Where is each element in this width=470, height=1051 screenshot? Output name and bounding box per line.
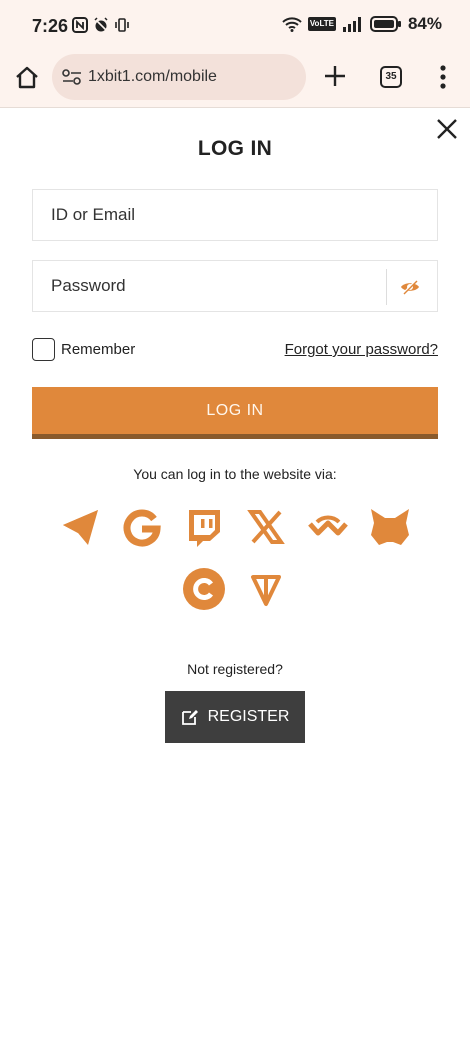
remember-label[interactable]: Remember: [61, 341, 135, 358]
forgot-password-link[interactable]: Forgot your password?: [285, 341, 438, 358]
google-icon[interactable]: [120, 505, 164, 549]
nfc-icon: [72, 17, 88, 33]
url-text[interactable]: 1xbit1.com/mobile: [88, 68, 217, 86]
social-login-prompt: You can log in to the website via:: [133, 466, 337, 482]
telegram-icon[interactable]: [58, 505, 102, 549]
alarm-off-icon: [94, 17, 108, 32]
site-settings-icon[interactable]: [62, 68, 82, 86]
register-label: REGISTER: [207, 708, 290, 725]
x-icon[interactable]: [244, 505, 288, 549]
id-email-field-wrapper: [32, 189, 438, 241]
password-divider: [386, 269, 387, 305]
remember-checkbox[interactable]: [32, 338, 55, 361]
not-registered-text: Not registered?: [187, 661, 283, 677]
more-menu-icon[interactable]: [434, 64, 452, 90]
address-bar[interactable]: 1xbit1.com/mobile: [52, 54, 306, 100]
id-email-input[interactable]: [33, 190, 437, 240]
status-bar: 7:26 VoLTE 84%: [0, 0, 470, 52]
battery-icon: [369, 16, 401, 32]
password-input[interactable]: [33, 261, 383, 311]
register-button[interactable]: REGISTER: [165, 691, 305, 743]
signal-icon: [342, 17, 361, 32]
metamask-icon[interactable]: [368, 505, 412, 549]
battery-percent: 84%: [407, 14, 442, 33]
browser-toolbar: 1xbit1.com/mobile 35: [0, 52, 470, 108]
show-password-icon[interactable]: [399, 276, 421, 298]
tab-switcher-button[interactable]: 35: [380, 66, 402, 88]
vibrate-icon: [115, 18, 129, 32]
twitch-icon[interactable]: [182, 505, 226, 549]
home-icon[interactable]: [14, 65, 40, 91]
ton-icon[interactable]: [244, 567, 288, 611]
coinbase-icon[interactable]: [182, 567, 226, 611]
status-time: 7:26: [32, 16, 69, 36]
volte-badge: VoLTE: [307, 17, 336, 31]
walletconnect-icon[interactable]: [306, 505, 350, 549]
new-tab-icon[interactable]: [322, 63, 348, 89]
login-button[interactable]: LOG IN: [32, 387, 438, 439]
password-field-wrapper: [32, 260, 438, 312]
page-title: LOG IN: [197, 137, 273, 160]
wifi-icon: [282, 17, 302, 32]
edit-icon: [181, 710, 198, 725]
